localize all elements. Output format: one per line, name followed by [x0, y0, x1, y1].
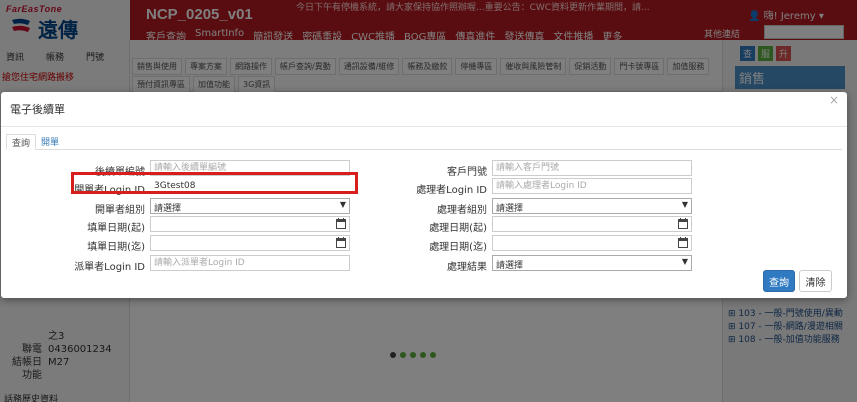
opener-group-select[interactable]: 請選擇 ▼: [150, 198, 350, 214]
dropdown-arrow-icon: ▼: [339, 200, 346, 209]
handler-login-input[interactable]: [492, 178, 692, 194]
query-button[interactable]: 查詢: [763, 270, 795, 292]
select-value: 請選擇: [154, 204, 182, 214]
handle-date-to-input[interactable]: [492, 235, 692, 251]
customer-no-input[interactable]: [492, 160, 692, 176]
dropdown-arrow-icon: ▼: [681, 257, 688, 266]
customer-no-label: 客戶門號: [447, 167, 487, 178]
tab-create[interactable]: 開單: [36, 134, 64, 150]
clear-button[interactable]: 清除: [799, 270, 832, 292]
modal-tabs: 查詢 開單: [6, 134, 842, 150]
fill-date-from-label: 填單日期(起): [87, 223, 145, 234]
handler-group-select[interactable]: 請選擇 ▼: [492, 198, 692, 214]
fill-date-to-label: 填單日期(迄): [87, 242, 145, 253]
handle-result-label: 處理結果: [447, 262, 487, 273]
modal-title: 電子後續單: [10, 103, 65, 116]
select-value: 請選擇: [496, 204, 524, 214]
handle-date-to-label: 處理日期(迄): [429, 242, 487, 253]
handle-date-from-label: 處理日期(起): [429, 223, 487, 234]
handler-login-label: 處理者Login ID: [416, 185, 487, 196]
highlight-box: [71, 172, 358, 194]
modal-header: 電子後續單 ×: [1, 92, 847, 127]
tab-query[interactable]: 查詢: [6, 134, 37, 150]
calendar-icon[interactable]: [336, 218, 346, 229]
opener-group-label: 開單者組別: [95, 205, 145, 216]
dispatcher-login-input[interactable]: [150, 255, 350, 271]
handler-group-label: 處理者組別: [437, 205, 487, 216]
dropdown-arrow-icon: ▼: [681, 200, 688, 209]
fill-date-from-input[interactable]: [150, 216, 350, 232]
dispatcher-login-label: 派單者Login ID: [74, 262, 145, 273]
handle-result-select[interactable]: 請選擇 ▼: [492, 255, 692, 271]
calendar-icon[interactable]: [678, 237, 688, 248]
close-icon[interactable]: ×: [829, 93, 839, 107]
fill-date-to-input[interactable]: [150, 235, 350, 251]
select-value: 請選擇: [496, 261, 524, 271]
handle-date-from-input[interactable]: [492, 216, 692, 232]
calendar-icon[interactable]: [336, 237, 346, 248]
calendar-icon[interactable]: [678, 218, 688, 229]
